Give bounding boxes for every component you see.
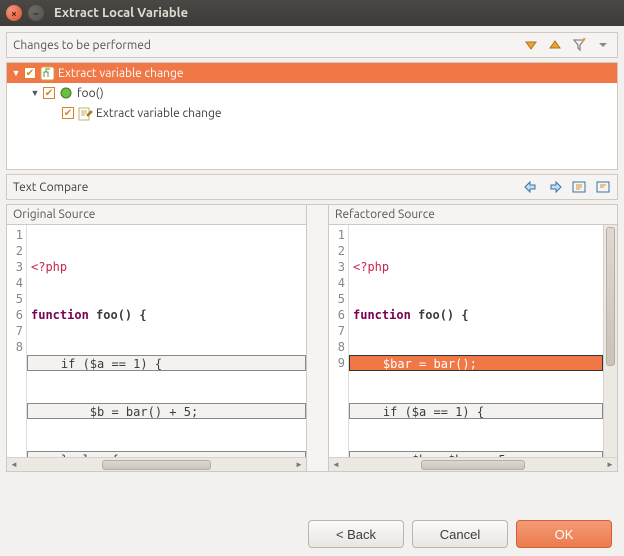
tree-item-root[interactable]: ▼ ✔ Extract variable change bbox=[7, 63, 617, 83]
change-icon bbox=[39, 65, 55, 81]
ok-button[interactable]: OK bbox=[516, 520, 612, 548]
window-title: Extract Local Variable bbox=[54, 6, 188, 20]
checkbox[interactable]: ✔ bbox=[62, 107, 74, 119]
changes-tree[interactable]: ▼ ✔ Extract variable change ▼ ✔ foo() ✔ … bbox=[6, 62, 618, 170]
scroll-thumb[interactable] bbox=[102, 460, 210, 470]
refactored-source-code[interactable]: <?php function foo() { $bar = bar(); if … bbox=[349, 225, 603, 457]
scroll-right-icon[interactable]: ► bbox=[603, 459, 617, 471]
window-titlebar: × – Extract Local Variable bbox=[0, 0, 624, 26]
checkbox[interactable]: ✔ bbox=[43, 87, 55, 99]
edit-icon bbox=[77, 105, 93, 121]
scroll-left-icon[interactable]: ◄ bbox=[7, 459, 21, 471]
refactored-source-pane: Refactored Source 1 2 3 4 5 6 7 8 9 <?ph… bbox=[329, 205, 617, 471]
next-diff-icon[interactable] bbox=[571, 179, 587, 195]
original-source-title: Original Source bbox=[7, 205, 306, 225]
expand-icon[interactable]: ▼ bbox=[30, 88, 40, 98]
left-gutter: 1 2 3 4 5 6 7 8 bbox=[7, 225, 27, 457]
changes-panel-header: Changes to be performed bbox=[6, 32, 618, 58]
diff-connector-column bbox=[307, 205, 329, 471]
cancel-button[interactable]: Cancel bbox=[412, 520, 508, 548]
scroll-right-icon[interactable]: ► bbox=[292, 459, 306, 471]
next-change-icon[interactable] bbox=[523, 37, 539, 53]
right-scrollbar-horizontal[interactable]: ◄ ► bbox=[329, 457, 617, 471]
changes-panel-title: Changes to be performed bbox=[13, 39, 151, 52]
window-minimize-button[interactable]: – bbox=[28, 5, 44, 21]
compare-panel-title: Text Compare bbox=[13, 181, 88, 194]
copy-right-icon[interactable] bbox=[547, 179, 563, 195]
back-button[interactable]: < Back bbox=[308, 520, 404, 548]
refactored-source-title: Refactored Source bbox=[329, 205, 617, 225]
right-scrollbar-vertical[interactable] bbox=[603, 225, 617, 457]
tree-item-label: Extract variable change bbox=[96, 107, 222, 120]
checkbox[interactable]: ✔ bbox=[24, 67, 36, 79]
original-source-pane: Original Source 1 2 3 4 5 6 7 8 <?php fu… bbox=[7, 205, 307, 471]
copy-left-icon[interactable] bbox=[523, 179, 539, 195]
scroll-thumb[interactable] bbox=[421, 460, 525, 470]
window-close-button[interactable]: × bbox=[6, 5, 22, 21]
compare-panel-header: Text Compare bbox=[6, 174, 618, 200]
left-scrollbar-horizontal[interactable]: ◄ ► bbox=[7, 457, 306, 471]
compare-body: Original Source 1 2 3 4 5 6 7 8 <?php fu… bbox=[6, 204, 618, 472]
expand-icon[interactable]: ▼ bbox=[11, 68, 21, 78]
prev-change-icon[interactable] bbox=[547, 37, 563, 53]
scroll-thumb[interactable] bbox=[606, 227, 615, 366]
tree-item-label: foo() bbox=[77, 87, 104, 100]
dropdown-icon[interactable] bbox=[595, 37, 611, 53]
dialog-button-row: < Back Cancel OK bbox=[6, 512, 618, 550]
tree-item-label: Extract variable change bbox=[58, 67, 184, 80]
scroll-left-icon[interactable]: ◄ bbox=[329, 459, 343, 471]
tree-item-method[interactable]: ▼ ✔ foo() bbox=[7, 83, 617, 103]
tree-item-change[interactable]: ✔ Extract variable change bbox=[7, 103, 617, 123]
prev-diff-icon[interactable] bbox=[595, 179, 611, 195]
original-source-code[interactable]: <?php function foo() { if ($a == 1) { $b… bbox=[27, 225, 306, 457]
method-icon bbox=[58, 85, 74, 101]
right-gutter: 1 2 3 4 5 6 7 8 9 bbox=[329, 225, 349, 457]
filter-icon[interactable] bbox=[571, 37, 587, 53]
